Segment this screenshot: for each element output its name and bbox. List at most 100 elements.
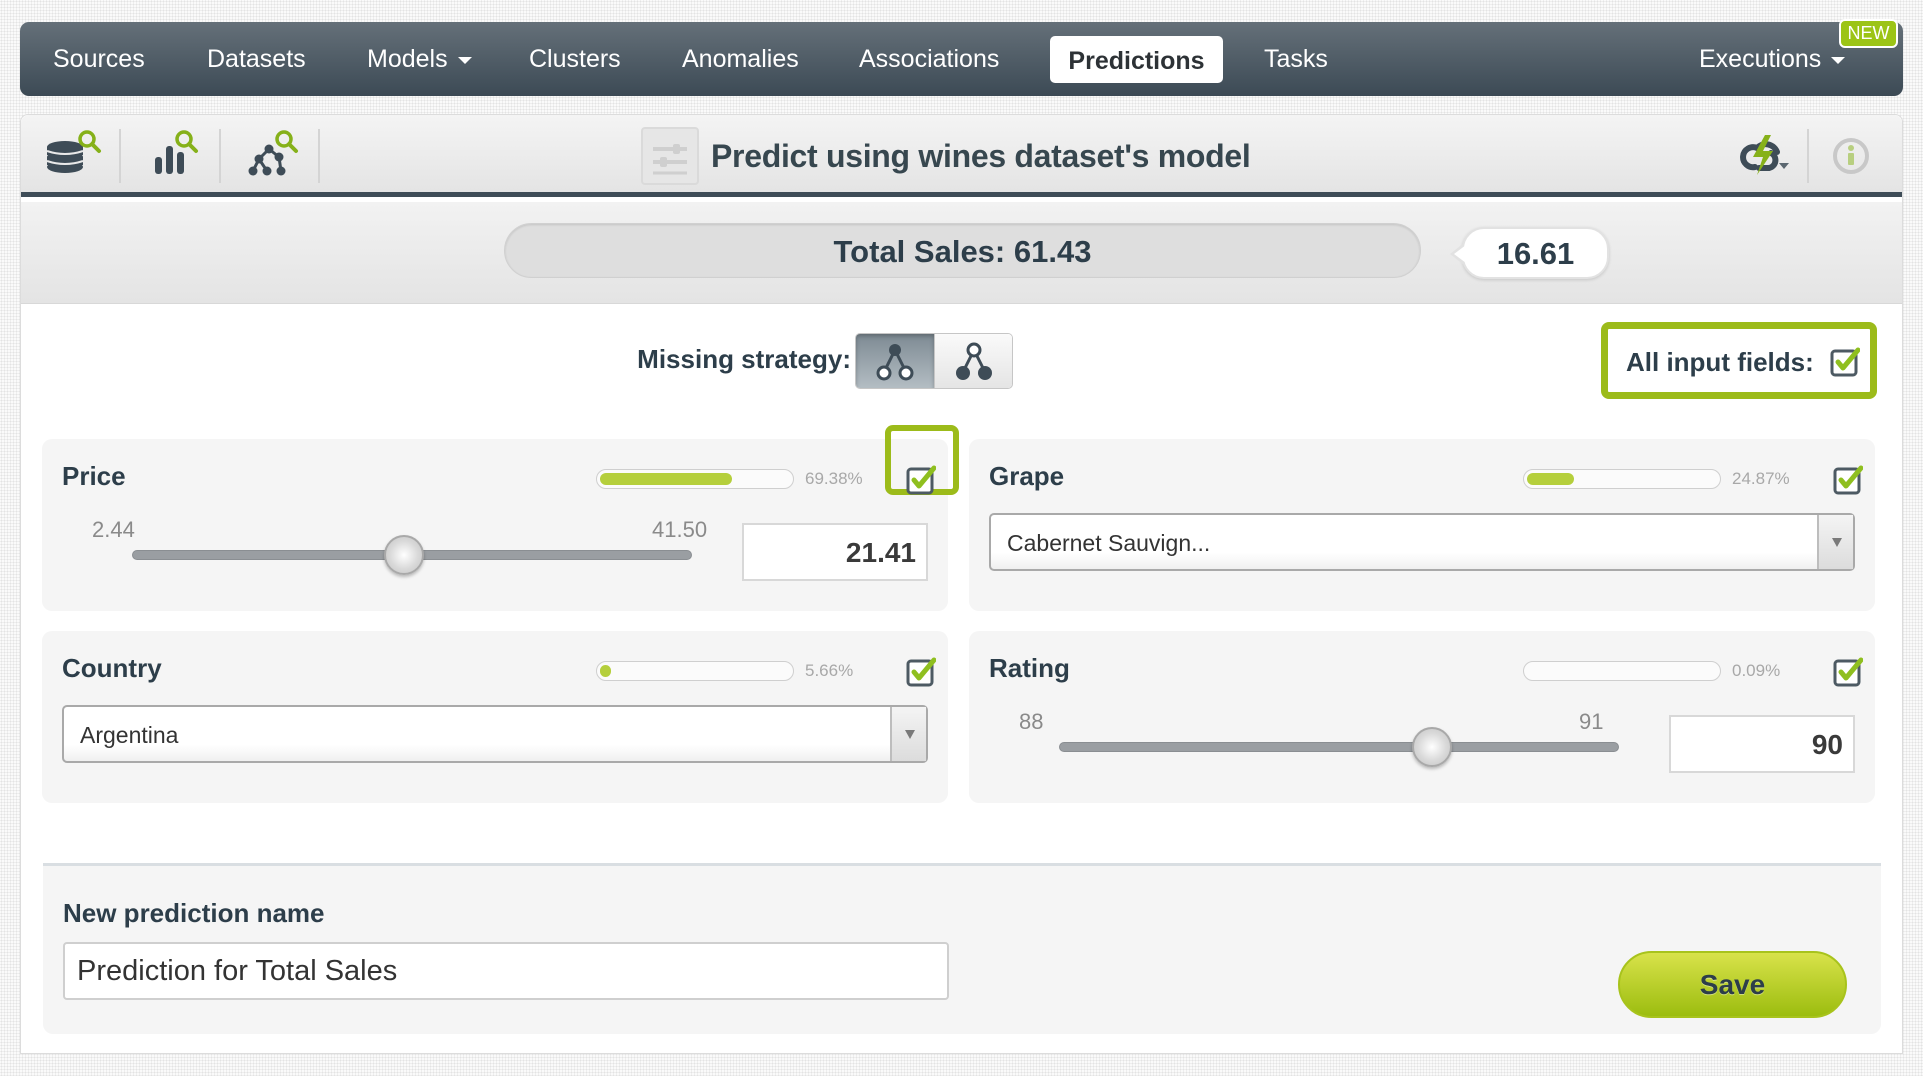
nav-associations-label: Associations	[859, 45, 1000, 73]
missing-strategy-proportional[interactable]	[934, 334, 1012, 388]
nav-executions-label: Executions	[1699, 45, 1822, 73]
dataset-search-button[interactable]	[33, 127, 113, 185]
chevron-down-icon	[1831, 56, 1846, 64]
new-prediction-name-label: New prediction name	[63, 898, 325, 928]
nav-tasks-label: Tasks	[1264, 45, 1328, 73]
slider-handle[interactable]	[1412, 727, 1452, 767]
save-button[interactable]: Save	[1618, 951, 1847, 1018]
tree-search-button[interactable]	[231, 127, 311, 185]
nav-predictions[interactable]: Predictions	[1050, 36, 1223, 83]
importance-fill	[600, 665, 611, 677]
missing-strategy-last-prediction[interactable]	[856, 334, 934, 388]
dataset-search-icon	[46, 130, 101, 173]
all-input-fields-highlight: All input fields:	[1601, 322, 1877, 399]
nav-datasets-label: Datasets	[207, 45, 306, 73]
field-name: Grape	[989, 461, 1065, 491]
toolbar-divider	[219, 129, 221, 183]
checkbox-checked-icon	[906, 465, 937, 495]
prediction-form-icon	[641, 127, 699, 185]
importance-bar	[1523, 661, 1721, 681]
importance-bar	[1523, 469, 1721, 489]
info-button[interactable]	[1821, 127, 1901, 185]
importance-bar	[596, 469, 794, 489]
importance-percent: 0.09%	[1732, 661, 1781, 680]
field-card-grape: Grape 24.87% Cabernet Sauvign...	[969, 439, 1875, 611]
missing-strategy-toggle	[855, 333, 1013, 389]
toolbar: Predict using wines dataset's model	[21, 115, 1902, 197]
category-select[interactable]: Cabernet Sauvign...	[989, 513, 1855, 571]
nav-clusters-label: Clusters	[529, 45, 621, 73]
model-search-button[interactable]	[131, 127, 211, 185]
select-value: Argentina	[80, 722, 179, 748]
value-slider[interactable]	[132, 535, 692, 575]
prediction-result-band: Total Sales: 61.43 16.61	[21, 202, 1902, 304]
batch-prediction-button[interactable]	[1721, 127, 1801, 185]
importance-bar	[596, 661, 794, 681]
nav-predictions-label: Predictions	[1068, 47, 1205, 75]
field-card-country: Country 5.66% Argentina	[42, 631, 948, 803]
nav-models[interactable]: Models	[367, 22, 472, 96]
toolbar-divider	[318, 129, 320, 183]
field-name: Country	[62, 653, 162, 683]
prediction-name-input[interactable]	[63, 942, 949, 1000]
tree-model-search-icon	[248, 130, 298, 176]
dropdown-arrow-icon[interactable]	[890, 707, 926, 761]
checkbox-checked-icon	[906, 657, 937, 687]
range-min: 2.44	[92, 517, 135, 542]
page-title: Predict using wines dataset's model	[711, 137, 1251, 174]
field-name: Rating	[989, 653, 1070, 683]
range-min: 88	[1019, 709, 1044, 734]
field-card-rating: Rating 0.09% 88 91 90	[969, 631, 1875, 803]
nav-models-label: Models	[367, 45, 448, 73]
info-icon	[1833, 138, 1869, 174]
field-checkbox[interactable]	[906, 465, 937, 495]
nav-executions[interactable]: Executions	[1699, 22, 1846, 96]
chevron-down-icon	[457, 56, 472, 64]
field-checkbox[interactable]	[1833, 657, 1864, 687]
prediction-panel: Predict using wines dataset's model Tota…	[20, 114, 1903, 1054]
dropdown-arrow-icon[interactable]	[1817, 515, 1853, 569]
top-nav-bar: Sources Datasets Models Clusters Anomali…	[20, 22, 1903, 96]
nav-anomalies-label: Anomalies	[682, 45, 799, 73]
cloud-lightning-icon	[1740, 135, 1789, 175]
missing-strategy-label: Missing strategy:	[637, 344, 851, 374]
nav-sources[interactable]: Sources	[53, 22, 145, 96]
model-search-icon	[155, 130, 198, 174]
new-badge: NEW	[1839, 19, 1898, 48]
nav-datasets[interactable]: Datasets	[207, 22, 306, 96]
select-value: Cabernet Sauvign...	[1007, 530, 1211, 556]
toolbar-divider	[1807, 129, 1809, 183]
importance-fill	[1527, 473, 1575, 485]
field-card-price: Price 69.38% 2.44 41.50 21.41	[42, 425, 959, 611]
checkbox-checked-icon	[1830, 347, 1861, 377]
range-max: 41.50	[652, 517, 708, 542]
prediction-result: Total Sales: 61.43	[504, 223, 1421, 278]
checkbox-checked-icon	[1833, 465, 1864, 495]
page-title-wrap: Predict using wines dataset's model	[641, 125, 1251, 187]
value-slider[interactable]	[1059, 727, 1619, 767]
nav-tasks[interactable]: Tasks	[1264, 22, 1328, 96]
importance-fill	[600, 473, 732, 485]
toolbar-divider	[119, 129, 121, 183]
numeric-input[interactable]: 21.41	[742, 523, 928, 581]
importance-percent: 69.38%	[805, 469, 863, 488]
field-checkbox[interactable]	[1833, 465, 1864, 495]
category-select[interactable]: Argentina	[62, 705, 928, 763]
field-checkbox[interactable]	[906, 657, 937, 687]
new-prediction-section: New prediction name Save	[43, 863, 1881, 1034]
prediction-confidence: 16.61	[1450, 227, 1609, 279]
checkbox-checked-icon	[1833, 657, 1864, 687]
importance-percent: 24.87%	[1732, 469, 1790, 488]
nav-associations[interactable]: Associations	[859, 22, 999, 96]
slider-handle[interactable]	[384, 535, 424, 575]
nav-anomalies[interactable]: Anomalies	[682, 22, 799, 96]
nav-clusters[interactable]: Clusters	[529, 22, 621, 96]
nav-sources-label: Sources	[53, 45, 145, 73]
field-name: Price	[62, 461, 126, 491]
importance-percent: 5.66%	[805, 661, 854, 680]
numeric-input[interactable]: 90	[1669, 715, 1855, 773]
tree-last-prediction-icon	[876, 344, 914, 381]
tree-proportional-icon	[956, 342, 992, 380]
all-input-fields-label: All input fields:	[1626, 347, 1814, 377]
all-input-fields-checkbox[interactable]	[1830, 347, 1861, 377]
